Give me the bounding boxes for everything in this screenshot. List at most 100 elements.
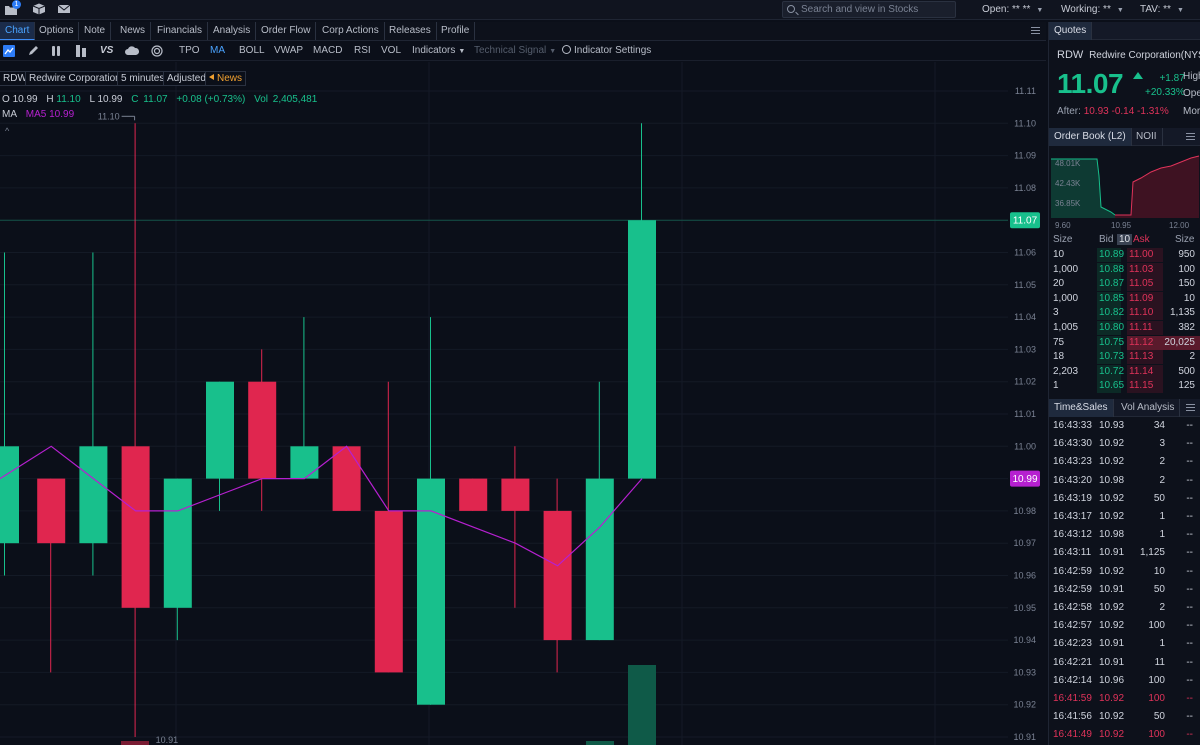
order-book-row[interactable]: 20 10.87 11.05 150 [1049,277,1200,292]
chart-type-icon[interactable] [3,45,15,57]
tab-chart[interactable]: Chart [0,22,36,40]
tab-order-book[interactable]: Order Book (L2) [1049,128,1132,146]
target-icon[interactable] [151,45,163,57]
indicator-vwap[interactable]: VWAP [274,45,303,56]
depth-y-label: 48.01K [1055,159,1081,168]
tab-quotes[interactable]: Quotes [1049,22,1093,40]
time-sales-row: 16:42:58 10.92 2 -- [1049,599,1200,617]
order-book-row[interactable]: 1 10.65 11.15 125 [1049,379,1200,394]
candle-wicks [4,123,642,737]
indicator-boll[interactable]: BOLL [239,45,265,56]
trade-size: 100 [1148,620,1165,632]
search-input[interactable]: Search and view in Stocks [782,1,956,18]
trade-time: 16:42:23 [1053,638,1092,650]
interval-selector[interactable]: 5 minutes [117,71,169,86]
menu-icon[interactable] [1186,133,1195,140]
tab-time-sales[interactable]: Time&Sales [1049,399,1114,417]
ob-level-selector[interactable]: 10 [1117,234,1133,245]
tab-noii[interactable]: NOII [1131,128,1163,146]
working-orders-status[interactable]: Working: ** ▼ [1061,4,1124,15]
mail-icon[interactable] [57,3,71,15]
indicator-macd[interactable]: MACD [313,45,342,56]
y-tick-label: 10.97 [1013,538,1036,548]
technical-signal-dropdown[interactable]: Technical Signal ▼ [474,45,556,56]
quote-more-label[interactable]: More [1183,106,1200,117]
price-chart[interactable]: 11.11 11.10 11.09 11.08 11.07 11.06 11.05 11.04… [0,62,1046,745]
trade-price: 10.91 [1099,547,1125,559]
trade-time: 16:42:59 [1053,583,1092,595]
tab-releases[interactable]: Releases [384,22,437,40]
trade-time: 16:41:49 [1053,729,1092,741]
trade-flag: -- [1186,547,1193,559]
tav-status[interactable]: TAV: ** ▼ [1140,4,1184,15]
trade-flag: -- [1186,729,1193,741]
ask-depth-area [1115,156,1199,218]
quote-price: 11.07 [1057,68,1124,99]
indicator-tpo[interactable]: TPO [179,45,200,56]
y-tick-label: 11.09 [1014,151,1036,161]
trade-flag: -- [1186,565,1193,577]
layout-columns-icon[interactable] [50,45,62,57]
order-book-row[interactable]: 18 10.73 11.13 2 [1049,350,1200,365]
trade-time: 16:43:12 [1053,529,1092,541]
ask-size: 382 [1178,322,1195,333]
candle-body [543,510,572,641]
trade-size: 11 [1154,656,1165,668]
tab-options[interactable]: Options [34,22,80,40]
tab-profile[interactable]: Profile [436,22,476,40]
order-book-row[interactable]: 2,203 10.72 11.14 500 [1049,364,1200,379]
tab-order-flow[interactable]: Order Flow [256,22,317,40]
cloud-icon[interactable] [125,45,139,57]
order-book-row[interactable]: 75 10.75 11.12 20,025 [1049,335,1200,350]
trade-price: 10.92 [1099,492,1125,504]
time-sales-row: 16:42:14 10.96 100 -- [1049,672,1200,690]
candle-body [37,478,66,544]
order-book-row[interactable]: 1,000 10.85 11.09 10 [1049,291,1200,306]
chart-style-icon[interactable] [75,45,87,57]
tab-note[interactable]: Note [79,22,112,40]
compare-vs-button[interactable]: VS [100,45,113,56]
tab-corp-actions[interactable]: Corp Actions [317,22,385,40]
trade-size: 100 [1148,693,1165,704]
indicator-rsi[interactable]: RSI [354,45,371,56]
ask-size: 1,135 [1169,307,1195,319]
bid-price: 10.75 [1097,335,1125,350]
open-orders-status[interactable]: Open: ** ** ▼ [982,4,1043,15]
notification-badge[interactable]: 1 [12,0,21,9]
high-marker-label: 11.10 [98,111,120,121]
draw-pencil-icon[interactable] [27,45,39,57]
order-book-row[interactable]: 1,005 10.80 11.11 382 [1049,321,1200,335]
cube-icon[interactable] [32,3,46,15]
ask-size: 950 [1178,249,1195,260]
indicator-settings-button[interactable]: Indicator Settings [562,45,651,56]
indicator-vol[interactable]: VOL [381,45,401,56]
order-book-row[interactable]: 1,000 10.88 11.03 100 [1049,262,1200,277]
time-sales-row: 16:43:11 10.91 1,125 -- [1049,544,1200,562]
bid-size: 2,203 [1053,365,1079,377]
after-hours-quote: After: 10.93 -0.14 -1.31% [1057,106,1169,117]
tab-financials[interactable]: Financials [152,22,209,40]
collapse-caret-icon[interactable]: ^ [5,126,9,136]
ohlc-readout: O 10.99 H 11.10 L 10.99 C 11.07 +0.08 (+… [2,94,318,105]
indicator-ma[interactable]: MA [210,45,225,56]
order-book-row[interactable]: 10 10.89 11.00 950 [1049,248,1200,262]
candlestick-chart[interactable]: 11.11 11.10 11.09 11.08 11.07 11.06 11.05 11.04… [0,62,1046,745]
menu-icon[interactable] [1031,27,1040,34]
time-sales-row: 16:41:59 10.92 100 -- [1049,690,1200,708]
chart-company: Redwire Corporation [25,71,125,86]
adjustment-selector[interactable]: Adjusted [163,71,210,86]
quote-change: +1.87 +20.33% [1145,73,1185,98]
time-sales-row: 16:43:33 10.93 34 -- [1049,417,1200,435]
menu-icon[interactable] [1186,404,1195,411]
indicators-dropdown[interactable]: Indicators ▼ [412,45,465,56]
order-book-row[interactable]: 3 10.82 11.10 1,135 [1049,306,1200,321]
tab-analysis[interactable]: Analysis [208,22,257,40]
ask-size: 500 [1178,365,1195,377]
news-toggle[interactable]: News [205,71,247,86]
y-tick-label: 10.93 [1013,667,1036,677]
tab-vol-analysis[interactable]: Vol Analysis [1116,399,1181,417]
tab-news[interactable]: News [115,22,152,40]
candle-body [332,446,361,511]
candle-bodies [0,220,656,705]
speaker-icon [209,74,214,80]
